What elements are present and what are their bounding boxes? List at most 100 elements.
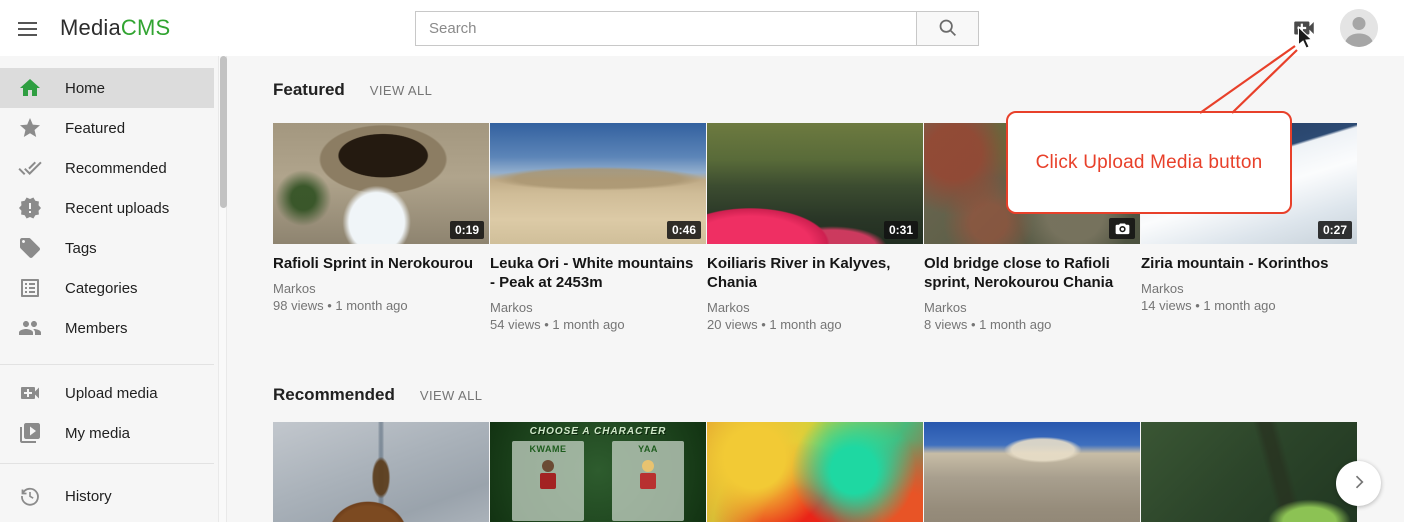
annotation-callout: Click Upload Media button — [1006, 111, 1292, 214]
sidebar-item-label: History — [65, 488, 112, 505]
video-thumbnail[interactable] — [924, 422, 1140, 522]
video-thumbnail[interactable] — [707, 422, 923, 522]
media-card — [924, 422, 1140, 522]
video-thumbnail[interactable] — [1141, 422, 1357, 522]
star-icon — [18, 116, 42, 140]
media-card — [273, 422, 489, 522]
media-card: CHOOSE A CHARACTER KWAME YAA Selected Se… — [490, 422, 706, 522]
sidebar-item-recommended[interactable]: Recommended — [0, 148, 214, 188]
user-avatar-icon — [1340, 34, 1378, 47]
logo-media: Media — [60, 15, 121, 40]
history-icon — [18, 484, 42, 508]
featured-view-all-link[interactable]: VIEW ALL — [370, 83, 432, 98]
sidebar-scrollbar-thumb[interactable] — [220, 56, 227, 208]
search-button[interactable] — [916, 11, 979, 46]
sidebar-group-history: History — [0, 463, 214, 516]
sidebar-item-tags[interactable]: Tags — [0, 228, 214, 268]
video-meta: 14 views • 1 month ago — [1141, 297, 1357, 315]
members-icon — [18, 316, 42, 340]
sidebar-item-members[interactable]: Members — [0, 308, 214, 348]
sidebar-item-label: Categories — [65, 280, 138, 297]
duration-badge: 0:46 — [667, 221, 701, 239]
video-thumbnail[interactable]: CHOOSE A CHARACTER KWAME YAA Selected Se… — [490, 422, 706, 522]
video-author: Markos — [273, 280, 489, 297]
video-meta: 20 views • 1 month ago — [707, 316, 923, 334]
app-logo[interactable]: MediaCMS — [60, 14, 170, 42]
sidebar-item-label: Recommended — [65, 160, 167, 177]
sidebar-item-label: Recent uploads — [65, 200, 169, 217]
video-author: Markos — [1141, 280, 1357, 297]
video-meta: 54 views • 1 month ago — [490, 316, 706, 334]
video-author: Markos — [924, 299, 1140, 316]
sidebar-item-label: Tags — [65, 240, 97, 257]
annotation-arrow — [1190, 42, 1305, 117]
thumb-game-character — [640, 460, 656, 489]
sidebar-item-recent-uploads[interactable]: Recent uploads — [0, 188, 214, 228]
sidebar-item-upload-media[interactable]: Upload media — [0, 373, 214, 413]
video-title[interactable]: Koiliaris River in Kalyves, Chania — [707, 254, 912, 292]
new-releases-icon — [18, 196, 42, 220]
video-meta: 8 views • 1 month ago — [924, 316, 1140, 334]
duration-badge: 0:19 — [450, 221, 484, 239]
recommended-view-all-link[interactable]: VIEW ALL — [420, 388, 482, 403]
hamburger-icon[interactable] — [14, 16, 42, 40]
video-plus-icon — [18, 381, 42, 405]
duration-badge: 0:31 — [884, 221, 918, 239]
thumb-game-character-name: YAA — [612, 444, 684, 454]
video-author: Markos — [707, 299, 923, 316]
thumb-game-panel: KWAME — [512, 441, 584, 521]
camera-icon — [1109, 218, 1135, 239]
thumb-game-panel: YAA — [612, 441, 684, 521]
thumb-game-character — [540, 460, 556, 489]
sidebar-item-featured[interactable]: Featured — [0, 108, 214, 148]
done-all-icon — [18, 156, 42, 180]
video-author: Markos — [490, 299, 706, 316]
upload-media-button[interactable] — [1290, 15, 1318, 41]
media-card — [1141, 422, 1357, 522]
video-thumbnail[interactable]: 0:46 — [490, 123, 706, 244]
tag-icon — [18, 236, 42, 260]
sidebar-item-label: My media — [65, 425, 130, 442]
user-avatar[interactable] — [1340, 9, 1378, 47]
media-card: 0:31 Koiliaris River in Kalyves, Chania … — [707, 123, 923, 334]
duration-badge: 0:27 — [1318, 221, 1352, 239]
sidebar-group-main: Home Featured Recommended Recent uploads… — [0, 56, 228, 348]
media-card: 0:19 Rafioli Sprint in Nerokourou Markos… — [273, 123, 489, 334]
sidebar-item-label: Upload media — [65, 385, 158, 402]
section-title-featured: Featured — [273, 80, 345, 100]
sidebar-item-label: Members — [65, 320, 128, 337]
sidebar-item-home[interactable]: Home — [0, 68, 214, 108]
section-title-recommended: Recommended — [273, 385, 395, 405]
sidebar: Home Featured Recommended Recent uploads… — [0, 56, 228, 522]
video-title[interactable]: Old bridge close to Rafioli sprint, Nero… — [924, 254, 1129, 292]
video-title[interactable]: Ziria mountain - Korinthos — [1141, 254, 1346, 273]
sidebar-item-label: Home — [65, 80, 105, 97]
thumb-game-character-name: KWAME — [512, 444, 584, 454]
video-title[interactable]: Rafioli Sprint in Nerokourou — [273, 254, 478, 273]
sidebar-item-history[interactable]: History — [0, 476, 214, 516]
video-thumbnail[interactable]: 0:31 — [707, 123, 923, 244]
media-card — [707, 422, 923, 522]
sidebar-item-categories[interactable]: Categories — [0, 268, 214, 308]
sidebar-group-media: Upload media My media — [0, 364, 214, 453]
sidebar-item-label: Featured — [65, 120, 125, 137]
annotation-text: Click Upload Media button — [1036, 152, 1263, 174]
search-form — [415, 11, 979, 46]
video-title[interactable]: Leuka Ori - White mountains - Peak at 24… — [490, 254, 695, 292]
video-thumbnail[interactable]: 0:19 — [273, 123, 489, 244]
sidebar-item-my-media[interactable]: My media — [0, 413, 214, 453]
recommended-media-row: CHOOSE A CHARACTER KWAME YAA Selected Se… — [273, 422, 1404, 522]
chevron-right-icon — [1349, 472, 1369, 495]
video-thumbnail[interactable] — [273, 422, 489, 522]
search-icon — [937, 17, 958, 41]
video-meta: 98 views • 1 month ago — [273, 297, 489, 315]
home-icon — [18, 76, 42, 100]
sidebar-scrollbar[interactable] — [218, 56, 227, 522]
video-library-icon — [18, 421, 42, 445]
logo-cms: CMS — [121, 15, 171, 40]
categories-icon — [18, 276, 42, 300]
media-card: 0:46 Leuka Ori - White mountains - Peak … — [490, 123, 706, 334]
search-input[interactable] — [415, 11, 917, 46]
carousel-next-button[interactable] — [1336, 461, 1381, 506]
thumb-game-heading: CHOOSE A CHARACTER — [490, 426, 706, 437]
